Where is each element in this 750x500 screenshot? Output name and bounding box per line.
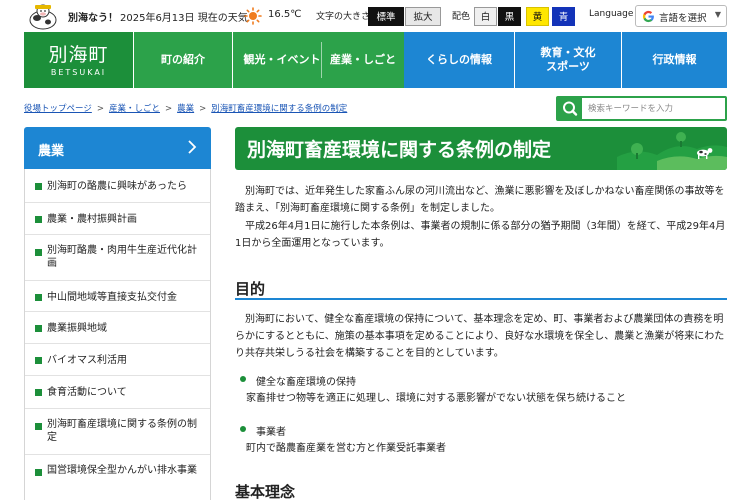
bullet-square-icon [35,469,42,476]
sidebar-item-label: バイオマス利活用 [47,355,127,366]
sidebar-item-irrigation[interactable]: 国営環境保全型かんがい排水事業 [25,455,210,500]
search-button[interactable] [558,98,582,119]
sidebar-item-dairy-interest[interactable]: 別海町の酪農に興味があったら [25,169,210,203]
purpose-paragraph: 別海町において、健全な畜産環境の保持について、基本理念を定め、町、事業者および農… [235,314,725,359]
sidebar-title: 農業 [38,144,65,159]
site-logo[interactable]: 別海町 BETSUKAI [24,32,133,88]
bullet-dot-icon [240,426,246,432]
sidebar-item-label: 食育活動について [47,387,127,398]
sun-icon [244,7,262,25]
breadcrumb-industry[interactable]: 産業・しごと [109,104,160,114]
font-size-large-button[interactable]: 拡大 [405,7,441,26]
sidebar-item-label: 国営環境保全型かんがい排水事業 [47,465,197,476]
color-scheme-label: 配色 [452,12,471,22]
mascot-cow-icon [29,4,57,30]
color-white-button[interactable]: 白 [474,7,497,26]
logo-text-jp: 別海町 [48,44,109,66]
main-navigation: 別海町 BETSUKAI 町の紹介 観光・イベント 産業・しごと くらしの情報 … [24,32,727,88]
section-heading-basic-principle: 基本理念 [235,483,296,500]
weather-date: 2025年6月13日 現在の天気 [120,13,248,24]
sidebar-item-biomass[interactable]: バイオマス利活用 [25,344,210,376]
bullet-dot-icon [240,376,246,382]
utility-bar: 別海なう！ 2025年6月13日 現在の天気 16.5℃ 文字の大きさ 標準 拡… [0,0,750,32]
definition-term: 健全な畜産環境の保持 [256,377,356,388]
sidebar-item-label: 農業・農村振興計画 [47,214,137,225]
weather-title: 別海なう！ [68,13,118,24]
definition-description: 町内で酪農畜産業を営む方と作業受託事業者 [246,443,446,454]
nav-item-education[interactable]: 教育・文化 スポーツ [515,32,621,88]
search-input[interactable] [588,100,720,117]
chevron-down-icon: ▼ [714,10,721,19]
sidebar-item-label: 別海町畜産環境に関する条例の制定 [47,419,197,443]
breadcrumb-separator: > [164,104,173,114]
breadcrumb: 役場トップページ > 産業・しごと > 農業 > 別海町畜産環境に関する条例の制定 [24,102,347,114]
bullet-square-icon [35,249,42,256]
sidebar-item-direct-payment[interactable]: 中山間地域等直接支払交付金 [25,281,210,312]
bullet-square-icon [35,357,42,364]
nav-item-tourism[interactable]: 観光・イベント [233,32,331,88]
definition-term: 事業者 [256,427,286,438]
sidebar-header[interactable]: 農業 [24,127,211,169]
color-blue-button[interactable]: 青 [552,7,575,26]
intro-paragraph-2: 平成26年4月1日に施行した本条例は、事業者の規制に係る部分の猶予期間（3年間）… [235,221,726,249]
sidebar-item-agri-plan[interactable]: 農業・農村振興計画 [25,203,210,235]
nav-item-living[interactable]: くらしの情報 [404,32,514,88]
language-select-label: 言語を選択 [659,13,707,24]
breadcrumb-agriculture[interactable]: 農業 [177,104,194,114]
page-title: 別海町畜産環境に関する条例の制定 [247,139,552,161]
intro-paragraph-1: 別海町では、近年発生した家畜ふん尿の河川流出など、漁業に悪影響を及ぼしかねない畜… [235,186,725,214]
bullet-square-icon [35,183,42,190]
color-yellow-button[interactable]: 黄 [526,7,549,26]
site-search [556,96,727,121]
nav-item-industry[interactable]: 産業・しごと [322,32,404,88]
sidebar-menu: 別海町の酪農に興味があったら 農業・農村振興計画 別海町酪農・肉用牛生産近代化計… [24,169,211,500]
language-select[interactable]: 言語を選択 ▼ [635,5,727,27]
sidebar-item-promotion-area[interactable]: 農業振興地域 [25,312,210,344]
sidebar-item-label: 農業振興地域 [47,323,107,334]
nav-item-town-intro[interactable]: 町の紹介 [134,32,232,88]
sidebar-item-label: 別海町の酪農に興味があったら [47,181,187,192]
bullet-square-icon [35,389,42,396]
bullet-square-icon [35,216,42,223]
breadcrumb-current[interactable]: 別海町畜産環境に関する条例の制定 [211,104,347,114]
breadcrumb-separator: > [96,104,104,114]
sidebar-item-label: 中山間地域等直接支払交付金 [47,292,177,303]
bullet-square-icon [35,294,42,301]
bullet-square-icon [35,423,42,430]
sidebar-item-label: 別海町酪農・肉用牛生産近代化計画 [47,245,197,269]
font-size-label: 文字の大きさ [316,12,371,22]
sidebar-item-food-education[interactable]: 食育活動について [25,376,210,409]
breadcrumb-home[interactable]: 役場トップページ [24,104,92,114]
search-icon [563,101,578,116]
bullet-square-icon [35,325,42,332]
section-underline [235,298,727,300]
language-label: Language [589,9,634,19]
nav-item-administration[interactable]: 行政情報 [622,32,727,88]
temperature: 16.5℃ [268,9,302,20]
sidebar-item-modernization-plan[interactable]: 別海町酪農・肉用牛生産近代化計画 [25,235,210,281]
logo-text-en: BETSUKAI [50,68,107,77]
font-size-standard-button[interactable]: 標準 [368,7,404,26]
breadcrumb-separator: > [199,104,207,114]
page-title-banner: 別海町畜産環境に関する条例の制定 [235,127,727,170]
definition-description: 家畜排せつ物等を適正に処理し、環境に対する悪影響がでない状態を保ち続けること [246,393,626,404]
google-icon [642,10,654,23]
sidebar-item-livestock-ordinance[interactable]: 別海町畜産環境に関する条例の制定 [25,409,210,455]
section-heading-purpose: 目的 [235,280,266,298]
chevron-right-icon [188,140,197,154]
landscape-illustration-icon [617,132,727,170]
color-black-button[interactable]: 黒 [498,7,521,26]
